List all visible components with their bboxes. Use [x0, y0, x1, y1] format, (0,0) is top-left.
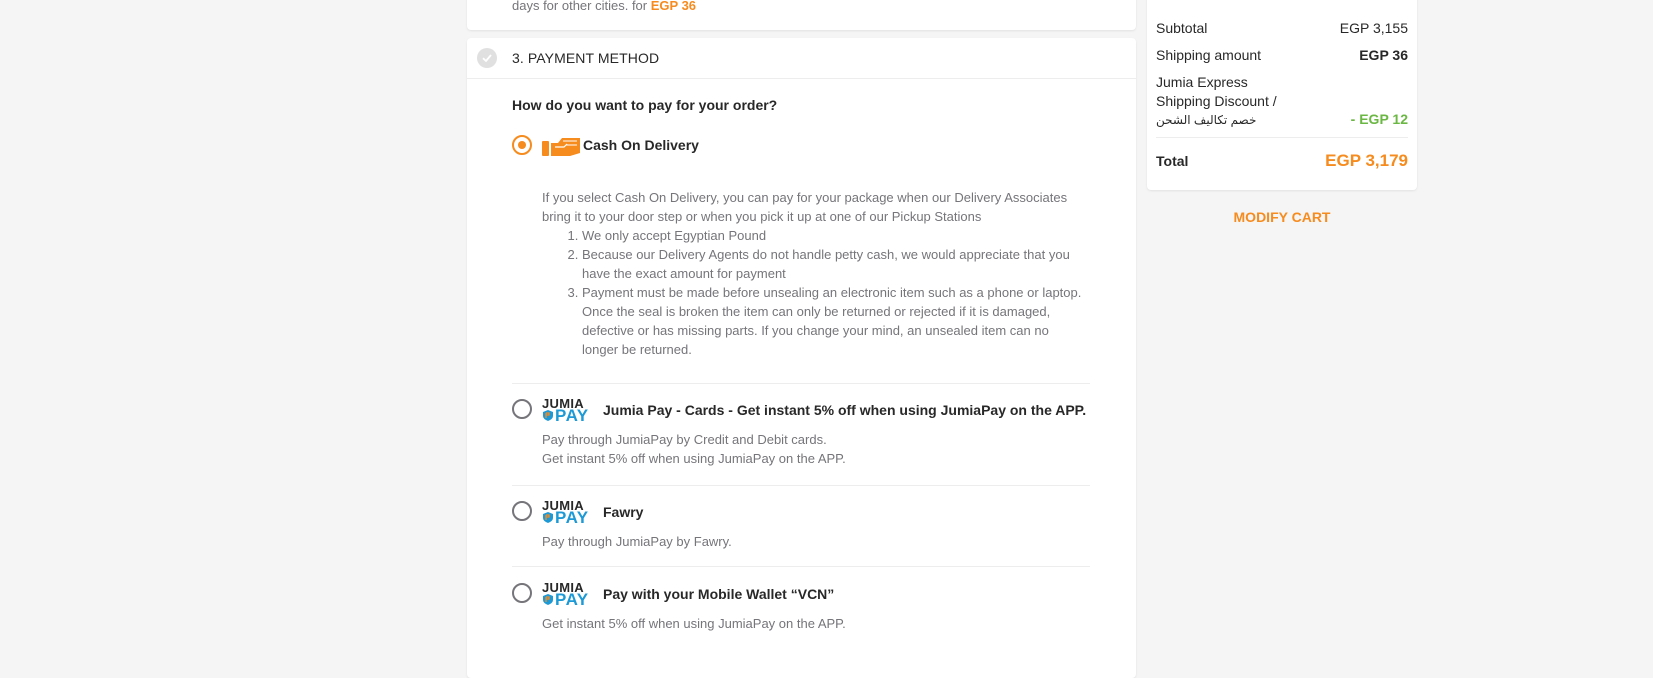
jumiapay-cards-desc-line: Pay through JumiaPay by Credit and Debit…	[542, 432, 827, 447]
payment-method-header[interactable]: 3. PAYMENT METHOD	[467, 38, 1136, 79]
shield-icon	[543, 410, 553, 421]
shipping-value: EGP 36	[1359, 47, 1408, 63]
mobile-wallet-radio[interactable]	[512, 583, 532, 603]
order-summary-card: Subtotal EGP 3,155 Shipping amount EGP 3…	[1147, 0, 1417, 190]
payment-method-title: 3. PAYMENT METHOD	[512, 50, 660, 66]
subtotal-value: EGP 3,155	[1339, 20, 1408, 36]
shield-icon	[543, 512, 553, 523]
option-divider	[512, 566, 1090, 567]
cod-rule: We only accept Egyptian Pound	[582, 226, 1082, 245]
jumiapay-logo-bottom: PAY	[555, 590, 589, 609]
cod-intro: If you select Cash On Delivery, you can …	[542, 190, 1068, 224]
option-divider	[512, 383, 1090, 384]
discount-value: - EGP 12	[1350, 111, 1408, 127]
jumiapay-cards-label[interactable]: Jumia Pay - Cards - Get instant 5% off w…	[603, 402, 1086, 418]
jumiapay-logo: JUMIA PAY	[542, 396, 596, 425]
checkout-main-column: days for other cities. for EGP 36 3. PAY…	[467, 0, 1136, 678]
total-label: Total	[1156, 153, 1189, 169]
summary-divider	[1156, 137, 1408, 138]
shipping-note-price: EGP 36	[650, 0, 697, 13]
cod-label[interactable]: Cash On Delivery	[583, 137, 699, 153]
shipping-row: Shipping amount EGP 36	[1156, 47, 1408, 63]
option-divider	[512, 485, 1090, 486]
subtotal-label: Subtotal	[1156, 20, 1208, 36]
jumiapay-cards-desc-line: Get instant 5% off when using JumiaPay o…	[542, 451, 846, 466]
cod-description: If you select Cash On Delivery, you can …	[542, 188, 1082, 359]
payment-method-card: 3. PAYMENT METHOD How do you want to pay…	[467, 38, 1136, 678]
mobile-wallet-desc-line: Get instant 5% off when using JumiaPay o…	[542, 616, 846, 631]
fawry-label[interactable]: Fawry	[603, 504, 643, 520]
jumiapay-logo-bottom: PAY	[555, 508, 589, 527]
fawry-description: Pay through JumiaPay by Fawry.	[542, 532, 732, 551]
shipping-note-text: days for other cities. for	[512, 0, 651, 13]
modify-cart-link[interactable]: MODIFY CART	[1147, 209, 1417, 225]
cash-hand-icon	[542, 138, 580, 156]
discount-label-line: Shipping Discount /	[1156, 93, 1277, 109]
fawry-radio[interactable]	[512, 501, 532, 521]
jumiapay-logo: JUMIA PAY	[542, 580, 596, 609]
cod-rule: Payment must be made before unsealing an…	[582, 283, 1082, 359]
jumiapay-logo-bottom: PAY	[555, 406, 589, 425]
jumiapay-cards-radio[interactable]	[512, 399, 532, 419]
discount-label-line: خصم تكاليف الشحن	[1156, 113, 1257, 127]
mobile-wallet-label[interactable]: Pay with your Mobile Wallet “VCN”	[603, 586, 834, 602]
jumiapay-cards-description: Pay through JumiaPay by Credit and Debit…	[542, 430, 846, 468]
total-value: EGP 3,179	[1325, 151, 1408, 170]
shield-icon	[543, 594, 553, 605]
subtotal-row: Subtotal EGP 3,155	[1156, 20, 1408, 36]
mobile-wallet-description: Get instant 5% off when using JumiaPay o…	[542, 614, 846, 633]
fawry-desc-line: Pay through JumiaPay by Fawry.	[542, 534, 732, 549]
delivery-card: days for other cities. for EGP 36	[467, 0, 1136, 30]
cod-rule: Because our Delivery Agents do not handl…	[582, 245, 1082, 283]
discount-label: Jumia Express Shipping Discount / خصم تك…	[1156, 73, 1277, 130]
step-check-icon	[477, 48, 497, 68]
discount-label-line: Jumia Express	[1156, 74, 1248, 90]
payment-question: How do you want to pay for your order?	[512, 97, 778, 113]
cod-radio[interactable]	[512, 135, 532, 155]
jumiapay-logo: JUMIA PAY	[542, 498, 596, 527]
cod-rules-list: We only accept Egyptian Pound Because ou…	[582, 226, 1082, 359]
shipping-label: Shipping amount	[1156, 47, 1262, 63]
